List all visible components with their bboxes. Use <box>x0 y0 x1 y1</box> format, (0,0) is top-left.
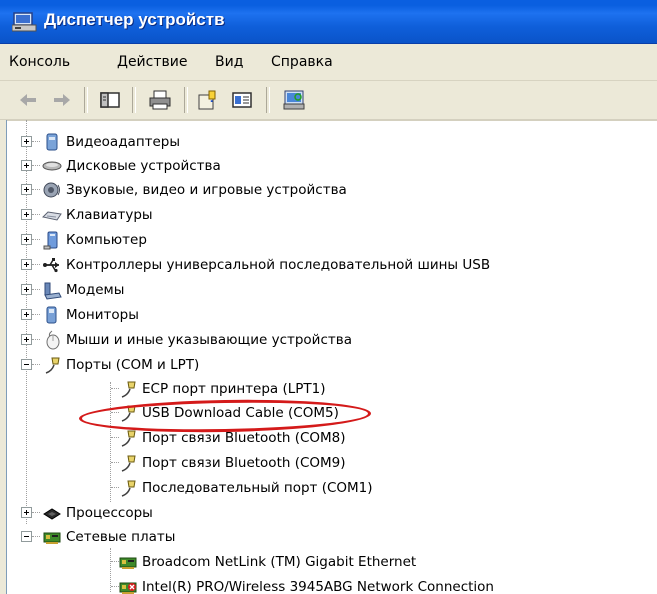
tree-item-network-broadcom[interactable]: Broadcom NetLink (TM) Gigabit Ethernet <box>8 550 648 574</box>
tree-item-label: ECP порт принтера (LPT1) <box>142 381 326 397</box>
device-manager-icon <box>12 12 37 32</box>
properties-icon[interactable] <box>230 88 254 112</box>
tree-item-network-intel[interactable]: Intel(R) PRO/Wireless 3945ABG Network Co… <box>8 575 648 594</box>
tree-item-label: Мониторы <box>66 307 139 323</box>
port-icon <box>121 381 136 398</box>
mouse-icon <box>46 330 60 350</box>
tree-item-label: Порт связи Bluetooth (COM9) <box>142 455 346 471</box>
expand-toggle[interactable] <box>21 160 32 171</box>
tree-item-label: Компьютер <box>66 232 147 248</box>
tree-item-label: Сетевые платы <box>66 529 176 545</box>
scan-hardware-icon[interactable] <box>282 88 306 112</box>
modem-icon <box>44 282 62 300</box>
tree-item-usb-controllers[interactable]: Контроллеры универсальной последовательн… <box>8 253 648 277</box>
disk-drive-icon <box>42 161 62 171</box>
tree-item-port-lpt1[interactable]: ECP порт принтера (LPT1) <box>8 377 648 401</box>
network-card-icon <box>43 532 61 544</box>
tree-item-processors[interactable]: Процессоры <box>8 501 648 525</box>
tree-item-sound-devices[interactable]: Звуковые, видео и игровые устройства <box>8 178 648 202</box>
expand-toggle[interactable] <box>21 334 32 345</box>
show-hide-tree-icon[interactable] <box>98 88 122 112</box>
tree-item-label: Intel(R) PRO/Wireless 3945ABG Network Co… <box>142 579 494 594</box>
menu-help[interactable]: Справка <box>271 54 333 70</box>
processor-icon <box>43 508 61 520</box>
tree-item-mice[interactable]: Мыши и иные указывающие устройства <box>8 328 648 352</box>
tree-item-label: Видеоадаптеры <box>66 134 181 150</box>
port-icon <box>121 455 136 472</box>
menu-action[interactable]: Действие <box>117 54 187 70</box>
menu-view[interactable]: Вид <box>215 54 243 70</box>
toolbar-separator <box>132 87 136 113</box>
usb-icon <box>43 258 59 273</box>
sound-device-icon <box>43 182 60 198</box>
tree-item-video-adapters[interactable]: Видеоадаптеры <box>8 130 648 154</box>
tree-item-label: Клавиатуры <box>66 207 153 223</box>
print-icon[interactable] <box>148 88 172 112</box>
collapse-toggle[interactable] <box>21 359 32 370</box>
monitor-icon <box>46 306 57 324</box>
tree-item-port-com1[interactable]: Последовательный порт (COM1) <box>8 476 648 500</box>
tree-pane-border <box>0 120 7 594</box>
toolbar: ? <box>0 81 657 121</box>
port-icon <box>45 357 60 374</box>
tree-item-label: Порт связи Bluetooth (COM8) <box>142 430 346 446</box>
back-arrow-icon[interactable] <box>16 88 40 112</box>
display-adapter-icon <box>46 133 58 151</box>
tree-item-label: Мыши и иные указывающие устройства <box>66 332 352 348</box>
expand-toggle[interactable] <box>21 136 32 147</box>
tree-item-ports[interactable]: Порты (COM и LPT) <box>8 353 648 377</box>
menu-bar: Консоль Действие Вид Справка <box>0 44 657 81</box>
tree-item-computer[interactable]: Компьютер <box>8 228 648 252</box>
expand-toggle[interactable] <box>21 309 32 320</box>
network-card-icon <box>119 557 137 569</box>
menu-console[interactable]: Консоль <box>9 54 70 70</box>
tree-item-label: Последовательный порт (COM1) <box>142 480 373 496</box>
collapse-toggle[interactable] <box>21 531 32 542</box>
device-manager-window: Диспетчер устройств Консоль Действие Вид… <box>0 0 657 594</box>
tree-item-label: Контроллеры универсальной последовательн… <box>66 257 491 273</box>
tree-item-monitors[interactable]: Мониторы <box>8 303 648 327</box>
title-bar[interactable]: Диспетчер устройств <box>0 0 657 44</box>
network-card-warning-icon <box>119 582 137 594</box>
tree-item-network-cards[interactable]: Сетевые платы <box>8 525 648 549</box>
tree-item-disk-drives[interactable]: Дисковые устройства <box>8 154 648 178</box>
expand-toggle[interactable] <box>21 209 32 220</box>
tree-item-port-com8[interactable]: Порт связи Bluetooth (COM8) <box>8 426 648 450</box>
expand-toggle[interactable] <box>21 259 32 270</box>
keyboard-icon <box>42 211 62 221</box>
device-tree: Видеоадаптеры Дисковые устройства Звуков… <box>8 120 657 594</box>
tree-item-label: Порты (COM и LPT) <box>66 357 200 373</box>
tree-item-label: Дисковые устройства <box>66 158 221 174</box>
window-title: Диспетчер устройств <box>44 10 225 29</box>
properties-help-icon[interactable]: ? <box>196 88 220 112</box>
computer-icon <box>43 231 58 250</box>
expand-toggle[interactable] <box>21 234 32 245</box>
tree-item-label: Broadcom NetLink (TM) Gigabit Ethernet <box>142 554 417 570</box>
tree-item-modems[interactable]: Модемы <box>8 278 648 302</box>
tree-item-label: Звуковые, видео и игровые устройства <box>66 182 347 198</box>
tree-item-keyboards[interactable]: Клавиатуры <box>8 203 648 227</box>
tree-item-label: Модемы <box>66 282 125 298</box>
expand-toggle[interactable] <box>21 184 32 195</box>
tree-item-port-com9[interactable]: Порт связи Bluetooth (COM9) <box>8 451 648 475</box>
toolbar-separator <box>266 87 270 113</box>
tree-item-label: Процессоры <box>66 505 153 521</box>
toolbar-separator <box>184 87 188 113</box>
expand-toggle[interactable] <box>21 507 32 518</box>
forward-arrow-icon[interactable] <box>50 88 74 112</box>
expand-toggle[interactable] <box>21 284 32 295</box>
port-icon <box>121 430 136 447</box>
port-icon <box>121 480 136 497</box>
toolbar-separator <box>84 87 88 113</box>
